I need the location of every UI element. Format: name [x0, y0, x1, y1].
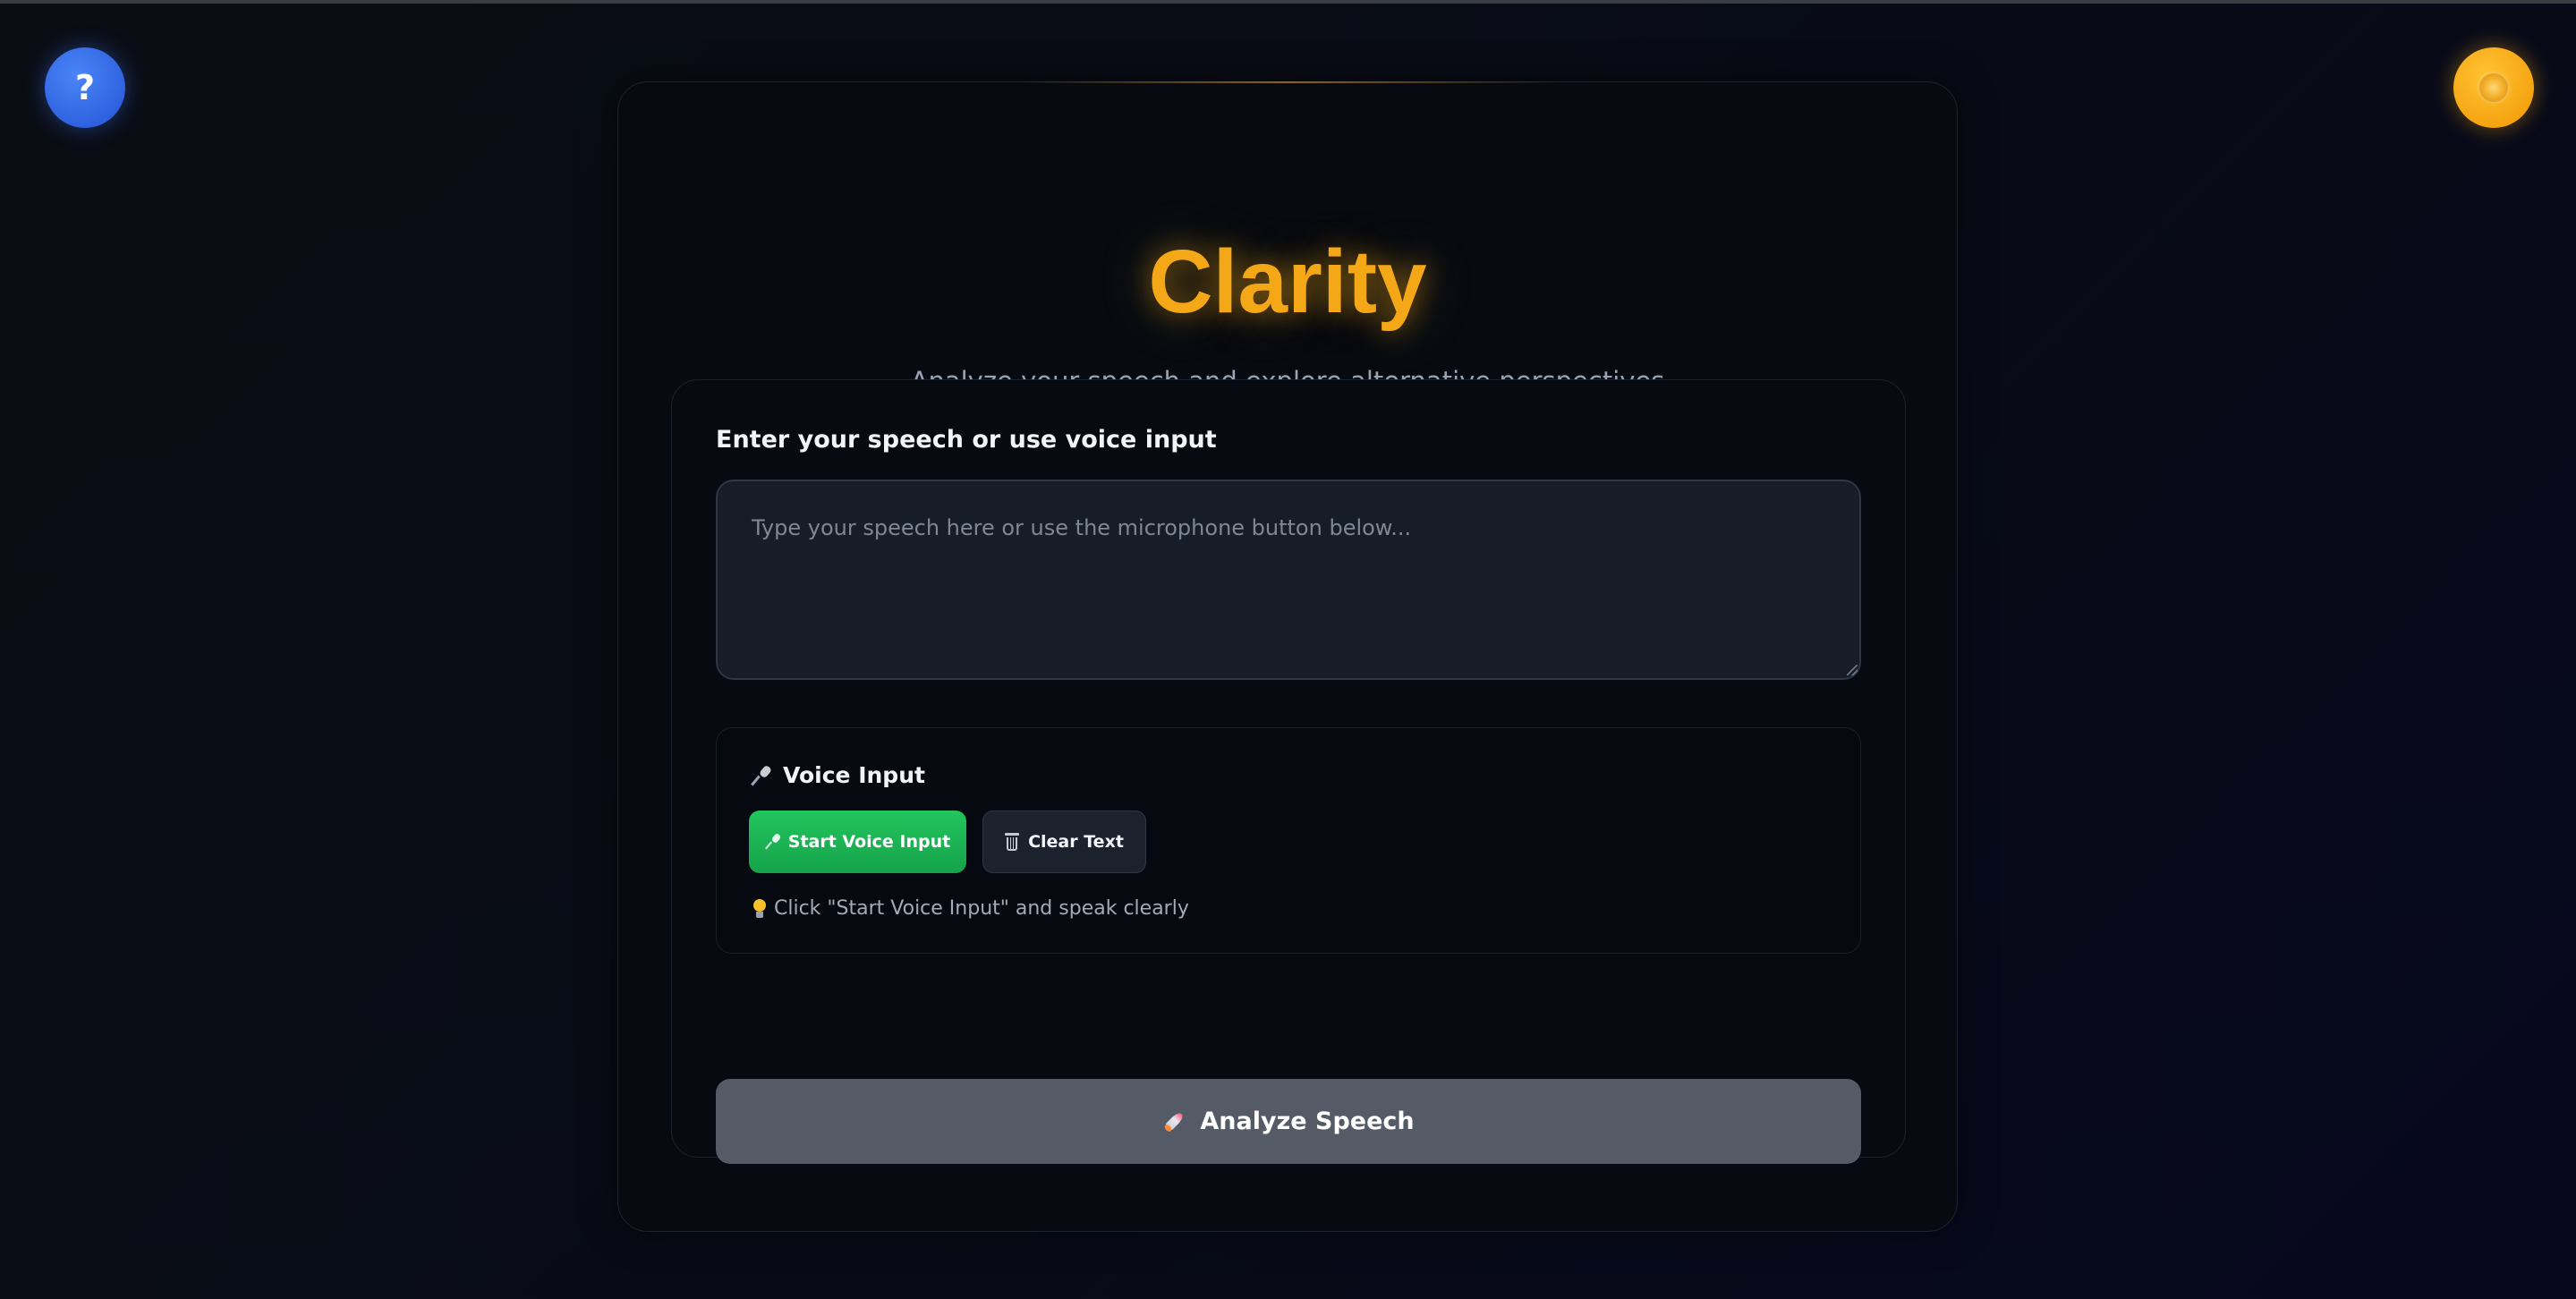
voice-button-row: Start Voice Input Clear Text [749, 811, 1146, 873]
speech-input[interactable] [716, 480, 1861, 680]
clear-text-button[interactable]: Clear Text [982, 811, 1146, 873]
card-accent-line [1019, 81, 1556, 83]
start-voice-input-label: Start Voice Input [787, 832, 951, 852]
main-card: Clarity Analyze your speech and explore … [617, 81, 1958, 1232]
voice-input-section: Voice Input Start Voice Input Clear Text… [716, 727, 1861, 954]
speech-input-label: Enter your speech or use voice input [716, 426, 1217, 454]
analyze-speech-button[interactable]: Analyze Speech [716, 1079, 1861, 1164]
clear-text-label: Clear Text [1028, 832, 1124, 852]
microphone-icon [751, 765, 772, 786]
voice-hint-text: Click "Start Voice Input" and speak clea… [774, 897, 1189, 920]
microphone-icon [765, 834, 781, 850]
start-voice-input-button[interactable]: Start Voice Input [749, 811, 966, 873]
voice-input-heading: Voice Input [751, 762, 925, 788]
help-button[interactable]: ? [45, 47, 125, 128]
app-title: Clarity [1148, 232, 1427, 332]
analyze-speech-label: Analyze Speech [1200, 1108, 1415, 1135]
voice-hint: Click "Start Voice Input" and speak clea… [752, 897, 1189, 920]
resize-handle[interactable] [1847, 665, 1858, 675]
help-button-label: ? [74, 68, 96, 107]
speech-panel: Enter your speech or use voice input Voi… [671, 379, 1906, 1164]
lightbulb-icon [752, 898, 767, 919]
sun-icon [2479, 73, 2508, 102]
voice-input-heading-text: Voice Input [783, 762, 925, 788]
rocket-icon [1162, 1109, 1187, 1134]
top-border [0, 0, 2576, 4]
trash-icon [1005, 833, 1020, 851]
theme-toggle-button[interactable] [2453, 47, 2534, 128]
